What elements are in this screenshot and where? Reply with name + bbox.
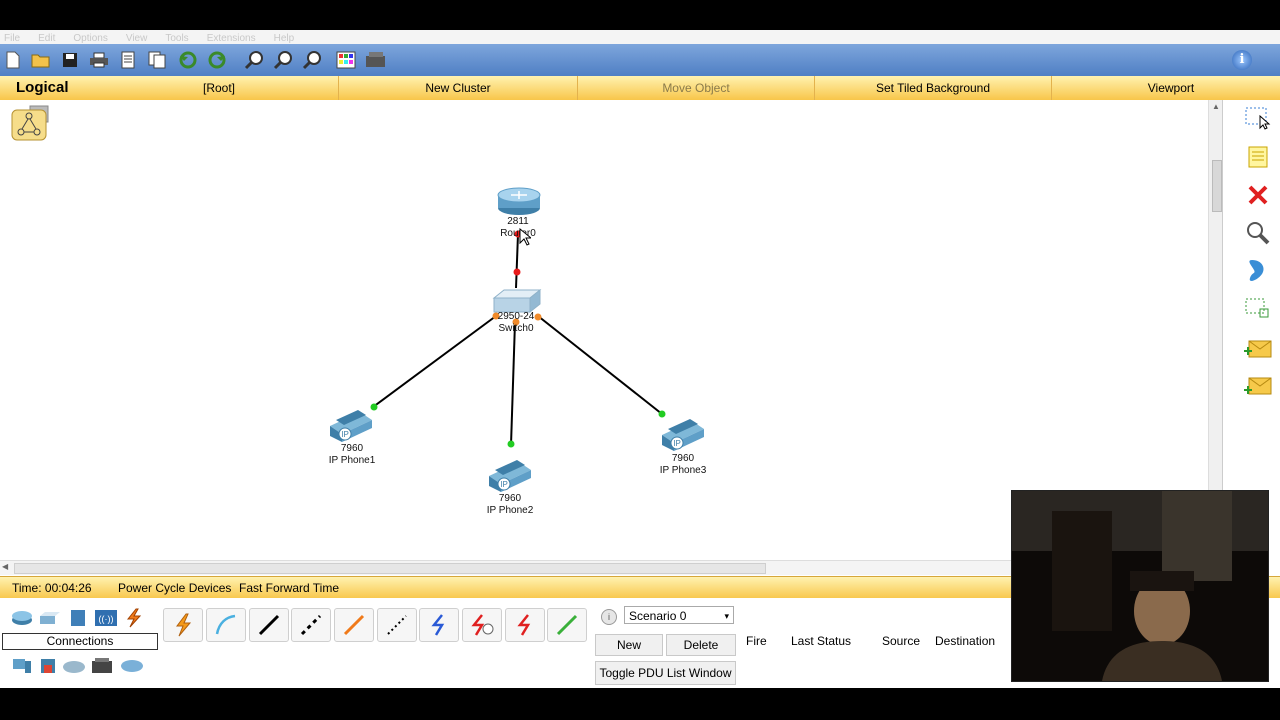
ip-badge-label: IP xyxy=(500,480,508,489)
new-icon[interactable] xyxy=(3,50,23,70)
delete-icon[interactable] xyxy=(1243,180,1273,210)
add-simple-pdu-icon[interactable] xyxy=(1243,334,1273,364)
svg-text:((·)): ((·)) xyxy=(99,614,114,624)
port-light-phone2 xyxy=(507,440,515,448)
scroll-left-icon[interactable]: ◀ xyxy=(2,562,8,571)
palette-icon[interactable] xyxy=(336,50,356,70)
serial-dte-icon[interactable] xyxy=(505,608,545,642)
phone1-name-label: IP Phone1 xyxy=(328,455,376,466)
switch-model-label: 2950-24 xyxy=(497,311,535,322)
copper-straight-through-icon[interactable] xyxy=(249,608,289,642)
select-icon[interactable] xyxy=(1243,104,1273,134)
main-toolbar: i xyxy=(0,44,1280,76)
toggle-pdu-list-button[interactable]: Toggle PDU List Window xyxy=(595,661,736,685)
time-readout: Time: 00:04:26 xyxy=(12,581,92,595)
category-label: Connections xyxy=(2,633,158,650)
new-scenario-button[interactable]: New xyxy=(595,634,663,656)
mouse-cursor-icon xyxy=(519,228,531,246)
copper-crossover-icon[interactable] xyxy=(291,608,331,642)
resize-icon[interactable] xyxy=(1243,294,1273,324)
phone3-name-label: IP Phone3 xyxy=(659,465,707,476)
coaxial-cable-icon[interactable] xyxy=(419,608,459,642)
router-icon[interactable] xyxy=(496,186,542,216)
horizontal-scroll-thumb[interactable] xyxy=(14,563,766,574)
security-category-icon[interactable] xyxy=(36,656,60,676)
scenario-select[interactable]: Scenario 0 ▾ xyxy=(624,606,734,624)
activity-wizard-icon[interactable] xyxy=(118,50,138,70)
open-icon[interactable] xyxy=(31,50,51,70)
wireless-category-icon[interactable]: ((·)) xyxy=(94,608,118,628)
move-object-button[interactable]: Move Object xyxy=(578,76,815,100)
root-button[interactable]: [Root] xyxy=(100,76,339,100)
ip-phone3-icon[interactable]: IP xyxy=(658,415,708,451)
ip-badge-label: IP xyxy=(341,430,349,439)
print-icon[interactable] xyxy=(89,50,109,70)
ip-phone2-icon[interactable]: IP xyxy=(485,456,535,492)
pdu-column-fire[interactable]: Fire xyxy=(746,634,767,648)
vertical-scroll-thumb[interactable] xyxy=(1212,160,1222,212)
port-light-switch-uplink xyxy=(513,268,521,276)
set-tiled-background-button[interactable]: Set Tiled Background xyxy=(815,76,1052,100)
phone2-name-label: IP Phone2 xyxy=(486,505,534,516)
draw-shape-icon[interactable] xyxy=(1243,256,1273,286)
router-model-label: 2811 xyxy=(507,216,529,227)
custom-device-icon[interactable] xyxy=(365,50,385,70)
fast-forward-time-button[interactable]: Fast Forward Time xyxy=(239,577,339,599)
save-icon[interactable] xyxy=(60,50,80,70)
scroll-up-icon[interactable]: ▲ xyxy=(1212,102,1220,111)
end-devices-category-icon[interactable] xyxy=(10,656,34,676)
hubs-category-icon[interactable] xyxy=(66,608,90,628)
webcam-overlay xyxy=(1011,490,1269,682)
new-cluster-button[interactable]: New Cluster xyxy=(339,76,578,100)
logical-view-tab[interactable]: Logical xyxy=(0,76,100,100)
auto-connection-icon[interactable] xyxy=(163,608,203,642)
note-icon[interactable] xyxy=(1243,142,1273,172)
logical-label: Logical xyxy=(16,79,69,96)
scenario-info-icon[interactable]: i xyxy=(601,609,617,625)
zoom-out-icon[interactable] xyxy=(302,50,322,70)
chevron-down-icon: ▾ xyxy=(724,611,729,621)
octal-cable-icon[interactable] xyxy=(547,608,587,642)
ip-badge-label: IP xyxy=(673,439,681,448)
power-cycle-devices-button[interactable]: Power Cycle Devices xyxy=(118,577,231,599)
copy-icon[interactable] xyxy=(147,50,167,70)
serial-dce-icon[interactable] xyxy=(462,608,502,642)
wan-emulation-category-icon[interactable] xyxy=(62,656,86,676)
phone1-model-label: 7960 xyxy=(340,443,364,454)
switches-category-icon[interactable] xyxy=(38,608,62,628)
phone3-model-label: 7960 xyxy=(671,453,695,464)
menu-bar: File Edit Options View Tools Extensions Help xyxy=(0,30,1280,44)
switch-name-label: Switch0 xyxy=(498,323,534,334)
connections-category-icon[interactable] xyxy=(122,608,146,628)
ip-phone1-icon[interactable]: IP xyxy=(326,406,376,442)
workspace-bar: Logical [Root] New Cluster Move Object S… xyxy=(0,76,1280,101)
routers-category-icon[interactable] xyxy=(10,608,34,628)
link-router-switch[interactable] xyxy=(515,233,519,289)
phone2-model-label: 7960 xyxy=(498,493,522,504)
multiuser-category-icon[interactable] xyxy=(120,656,144,676)
add-complex-pdu-icon[interactable] xyxy=(1243,372,1273,402)
custom-devices-category-icon[interactable] xyxy=(90,656,114,676)
pdu-column-source[interactable]: Source xyxy=(882,634,920,648)
redo-icon[interactable] xyxy=(207,50,227,70)
phone-cable-icon[interactable] xyxy=(377,608,417,642)
pdu-column-last-status[interactable]: Last Status xyxy=(791,634,851,648)
pdu-column-destination[interactable]: Destination xyxy=(935,634,995,648)
console-cable-icon[interactable] xyxy=(206,608,246,642)
inspect-icon[interactable] xyxy=(1243,218,1273,248)
undo-icon[interactable] xyxy=(178,50,198,70)
zoom-reset-icon[interactable] xyxy=(273,50,293,70)
router-name-label: Router0 xyxy=(500,228,536,239)
scenario-select-value: Scenario 0 xyxy=(629,609,687,623)
info-icon[interactable]: i xyxy=(1232,50,1252,70)
fiber-cable-icon[interactable] xyxy=(334,608,374,642)
link-switch-phone2[interactable] xyxy=(510,321,516,446)
webcam-image xyxy=(1012,491,1268,681)
link-switch-phone3[interactable] xyxy=(537,315,663,415)
delete-scenario-button[interactable]: Delete xyxy=(666,634,736,656)
zoom-in-icon[interactable] xyxy=(244,50,264,70)
viewport-button[interactable]: Viewport xyxy=(1052,76,1280,100)
